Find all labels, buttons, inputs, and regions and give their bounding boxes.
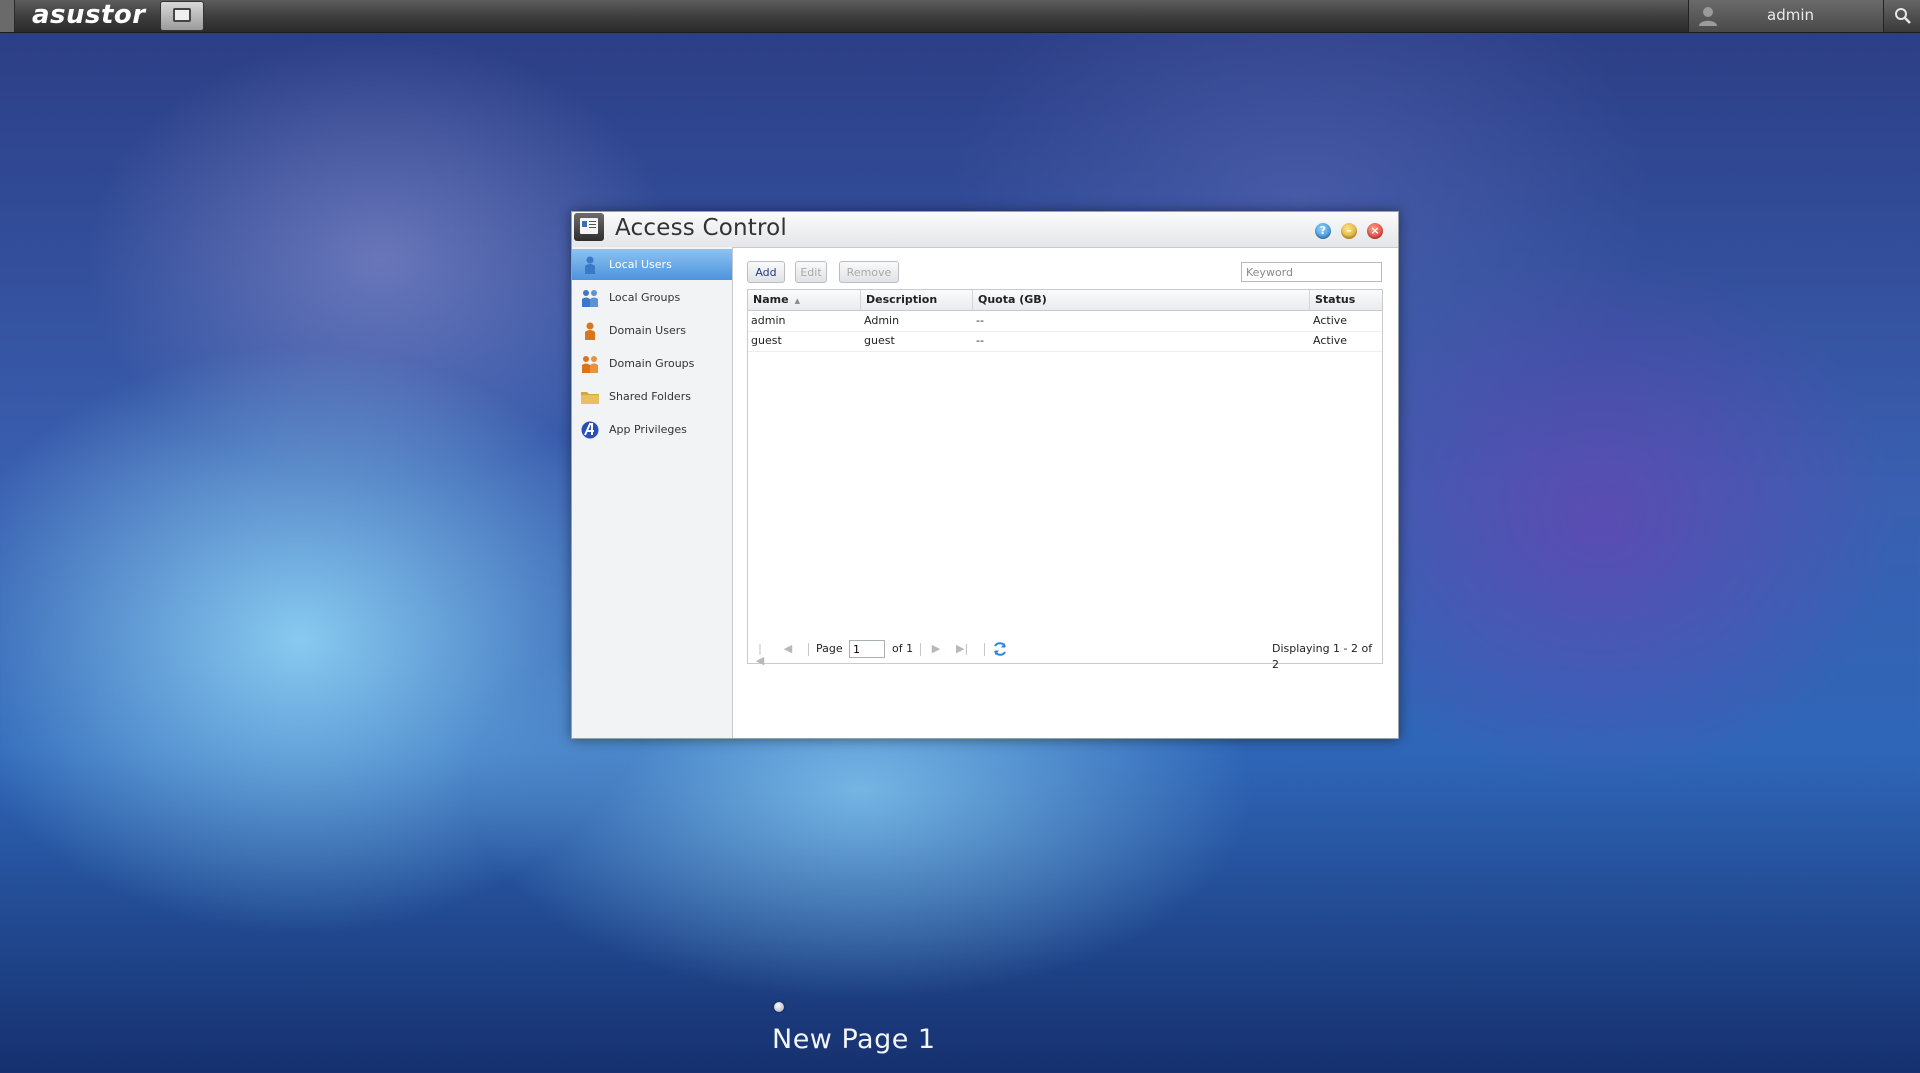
user-icon — [585, 256, 595, 274]
cell-status: Active — [1313, 314, 1348, 327]
refresh-icon[interactable] — [992, 641, 1008, 657]
cell-quota: -- — [976, 334, 984, 347]
remove-button[interactable]: Remove — [839, 261, 899, 283]
prev-page-icon[interactable]: ◀ — [782, 643, 794, 655]
cell-name: admin — [751, 314, 786, 327]
close-button[interactable]: × — [1367, 223, 1383, 239]
folder-icon — [581, 392, 599, 404]
page-count-label: of 1 — [892, 642, 914, 655]
asustor-logo: asustor — [32, 0, 146, 30]
keyword-search-input[interactable] — [1241, 262, 1382, 282]
help-button[interactable]: ? — [1315, 223, 1331, 239]
column-header-description[interactable]: Description — [861, 290, 973, 310]
minimize-button[interactable]: – — [1341, 223, 1357, 239]
user-avatar-icon — [1699, 7, 1717, 26]
table-row[interactable]: guest guest -- Active — [748, 331, 1382, 352]
cell-description: Admin — [864, 314, 900, 327]
edit-button[interactable]: Edit — [795, 261, 827, 283]
app-privileges-icon — [581, 421, 599, 439]
table-header: Name ▲ Description Quota (GB) Status — [748, 290, 1382, 311]
sidebar-item-local-groups[interactable]: Local Groups — [572, 282, 732, 313]
search-button[interactable] — [1883, 0, 1920, 32]
window-titlebar[interactable]: Access Control ? – × — [572, 212, 1398, 248]
show-desktop-button[interactable] — [160, 1, 204, 31]
top-taskbar: asustor admin — [0, 0, 1920, 33]
cell-description: guest — [864, 334, 895, 347]
page-label: Page — [816, 642, 843, 655]
page-number-input[interactable] — [849, 640, 885, 658]
add-button[interactable]: Add — [747, 261, 785, 283]
pager-separator — [808, 643, 809, 656]
sidebar-item-domain-users[interactable]: Domain Users — [572, 315, 732, 346]
sidebar-item-app-privileges[interactable]: App Privileges — [572, 414, 732, 445]
sort-ascending-icon: ▲ — [794, 297, 800, 305]
desktop-page-label: New Page 1 — [772, 1024, 936, 1055]
domain-group-icon — [582, 356, 598, 373]
sidebar-item-label: Domain Groups — [609, 357, 695, 370]
cell-status: Active — [1313, 334, 1348, 347]
first-page-icon[interactable]: |◀ — [754, 643, 766, 667]
table-row[interactable]: admin Admin -- Active — [748, 311, 1382, 332]
cell-name: guest — [751, 334, 782, 347]
display-count-text: Displaying 1 - 2 of 2 — [1272, 642, 1373, 671]
sidebar-item-local-users[interactable]: Local Users — [572, 249, 732, 280]
column-header-status[interactable]: Status — [1310, 290, 1382, 310]
users-table: Name ▲ Description Quota (GB) Status admi… — [747, 289, 1383, 671]
access-control-window: Access Control ? – × Local Users Local G… — [571, 211, 1399, 739]
window-title: Access Control — [615, 215, 787, 241]
pager-separator — [984, 643, 985, 656]
sidebar-item-label: Local Groups — [609, 291, 681, 304]
column-header-quota[interactable]: Quota (GB) — [973, 290, 1310, 310]
pager-separator — [920, 643, 921, 656]
next-page-icon[interactable]: ▶ — [930, 643, 942, 655]
search-icon — [1895, 8, 1911, 24]
sidebar-item-label: App Privileges — [609, 423, 687, 436]
cell-quota: -- — [976, 314, 984, 327]
sidebar-item-label: Shared Folders — [609, 390, 691, 403]
last-page-icon[interactable]: ▶| — [956, 643, 968, 655]
access-control-app-icon — [574, 213, 604, 241]
user-menu[interactable]: admin — [1688, 0, 1883, 32]
sidebar-item-domain-groups[interactable]: Domain Groups — [572, 348, 732, 379]
sidebar-item-label: Local Users — [609, 258, 672, 271]
sidebar-item-shared-folders[interactable]: Shared Folders — [572, 381, 732, 412]
sidebar: Local Users Local Groups Domain Users Do… — [572, 247, 733, 738]
group-icon — [582, 290, 598, 307]
domain-user-icon — [585, 322, 595, 340]
pagination-bar: |◀ ◀ Page of 1 ▶ ▶| Displaying 1 - 2 of … — [748, 635, 1382, 671]
desktop-page-indicator-dot[interactable] — [774, 1002, 784, 1012]
main-content: Add Edit Remove Name▲ Description Quota … — [733, 247, 1398, 738]
sidebar-item-label: Domain Users — [609, 324, 686, 337]
desktop-icon — [173, 8, 191, 22]
user-name: admin — [1767, 6, 1814, 24]
taskbar-left-edge — [0, 0, 15, 32]
column-header-name[interactable]: Name ▲ — [748, 290, 861, 310]
